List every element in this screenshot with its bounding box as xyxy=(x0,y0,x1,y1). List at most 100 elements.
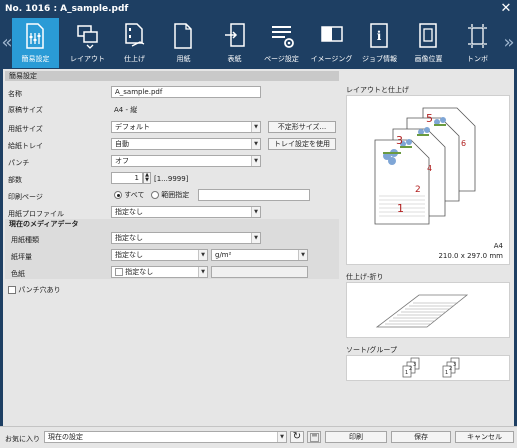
tab-label: レイアウト xyxy=(70,55,105,63)
tab-cover[interactable]: 表紙 xyxy=(211,18,258,68)
print-range-radio[interactable]: 範囲指定 xyxy=(151,190,189,200)
paper-type-value: 指定なし xyxy=(115,234,143,242)
paper-type-label: 用紙種類 xyxy=(11,236,39,244)
quick-settings-icon xyxy=(26,23,44,49)
colored-paper-select[interactable]: 指定なし ▼ xyxy=(111,266,208,278)
original-size-label: 原稿サイズ xyxy=(8,106,43,114)
color-swatch-icon xyxy=(115,268,123,276)
page-number: 1 xyxy=(397,202,404,215)
chevron-down-icon: ▼ xyxy=(251,156,260,166)
page-number: 4 xyxy=(427,164,432,173)
favorites-select[interactable]: 現在の設定 ▼ xyxy=(44,431,287,443)
paper-tray-select[interactable]: 自動 ▼ xyxy=(111,138,261,150)
tab-label: 簡易設定 xyxy=(21,55,50,63)
paper-weight-select[interactable]: 指定なし ▼ xyxy=(111,249,208,261)
fold-preview xyxy=(346,282,510,338)
punch-value: オフ xyxy=(115,157,129,165)
chevron-down-icon: ▼ xyxy=(198,267,207,277)
color-extra-input[interactable] xyxy=(211,266,308,278)
punch-select[interactable]: オフ ▼ xyxy=(111,155,261,167)
bottom-bar: お気に入り 現在の設定 ▼ ↻ 印刷 保存 キャンセル xyxy=(0,426,517,448)
name-input[interactable]: A_sample.pdf xyxy=(111,86,261,98)
copies-stepper[interactable]: ▲ ▼ xyxy=(143,172,151,184)
save-preset-button[interactable] xyxy=(307,431,321,443)
paper-tray-label: 給紙トレイ xyxy=(8,142,43,150)
chevron-down-icon: ▼ xyxy=(251,233,260,243)
custom-size-button[interactable]: 不定形サイズ... xyxy=(268,121,336,133)
paper-size-value: デフォルト xyxy=(115,123,150,131)
tab-crop-marks[interactable]: トンボ xyxy=(454,18,501,68)
tab-bar: « 簡易設定 レイアウト 仕上げ 用紙 表紙 ページ設定 イメージング i ジョ… xyxy=(0,18,517,68)
refresh-button[interactable]: ↻ xyxy=(290,431,304,443)
page-number: 6 xyxy=(461,139,466,148)
paper-size-select[interactable]: デフォルト ▼ xyxy=(111,121,261,133)
page-number: 5 xyxy=(426,112,433,125)
tab-label: 表紙 xyxy=(227,55,242,63)
tab-imaging[interactable]: イメージング xyxy=(308,18,355,68)
print-range-label: 範囲指定 xyxy=(161,191,190,199)
use-tray-settings-button[interactable]: トレイ設定を使用 xyxy=(268,138,336,150)
copies-range: [1...9999] xyxy=(154,175,189,183)
media-data-header: 現在のメディアデータ xyxy=(5,219,339,229)
section-header: 簡易設定 xyxy=(5,71,339,81)
sort-preview-image: 1 2 3 1 2 3 xyxy=(402,357,460,378)
tab-label: ページ設定 xyxy=(264,55,299,63)
page-settings-icon xyxy=(272,26,294,48)
tab-label: 画像位置 xyxy=(414,55,443,63)
paper-weight-label: 紙坪量 xyxy=(11,253,32,261)
punched-paper-checkbox[interactable]: パンチ穴あり xyxy=(8,285,61,295)
tab-label: イメージング xyxy=(310,55,353,63)
paper-profile-select[interactable]: 指定なし ▼ xyxy=(111,206,261,218)
tab-job-info[interactable]: i ジョブ情報 xyxy=(356,18,403,68)
window-titlebar: No. 1016 : A_sample.pdf ✕ xyxy=(0,0,517,18)
sort-preview: 1 2 3 1 2 3 xyxy=(346,355,510,381)
tab-quick-settings[interactable]: 簡易設定 xyxy=(12,18,59,68)
original-size-value: A4 - 縦 xyxy=(114,106,138,114)
preview-pane: レイアウトと仕上げ 1 2 3 4 5 6 A4 210.0 x 297.0 m… xyxy=(342,81,514,426)
imaging-icon xyxy=(321,26,343,42)
chevron-down-icon: ▼ xyxy=(198,250,207,260)
print-button[interactable]: 印刷 xyxy=(325,431,387,443)
settings-pane: 簡易設定 名称 A_sample.pdf 原稿サイズ A4 - 縦 用紙サイズ … xyxy=(3,69,339,426)
tab-paper[interactable]: 用紙 xyxy=(160,18,207,68)
print-range-input[interactable] xyxy=(198,189,310,201)
copies-input[interactable]: 1 xyxy=(111,172,143,184)
paper-size-label: 用紙サイズ xyxy=(8,125,43,133)
paper-size-name: A4 xyxy=(493,242,503,250)
checkbox-icon xyxy=(8,286,16,294)
layout-finishing-title: レイアウトと仕上げ xyxy=(346,86,409,94)
refresh-icon: ↻ xyxy=(292,431,302,442)
sort-number: 3 xyxy=(413,362,416,368)
paper-tray-value: 自動 xyxy=(115,140,129,148)
job-info-icon: i xyxy=(370,23,388,48)
scroll-right-icon[interactable]: » xyxy=(503,18,515,68)
chevron-down-icon: ▼ xyxy=(251,122,260,132)
booklet-preview-image: 1 2 3 4 5 6 xyxy=(374,107,476,225)
paper-type-select[interactable]: 指定なし ▼ xyxy=(111,232,261,244)
tab-page-settings[interactable]: ページ設定 xyxy=(258,18,305,68)
crop-marks-icon xyxy=(468,24,487,48)
chevron-down-icon: ▼ xyxy=(298,250,307,260)
close-icon[interactable]: ✕ xyxy=(499,2,513,16)
sort-number: 1 xyxy=(445,370,448,376)
save-button[interactable]: 保存 xyxy=(391,431,451,443)
layout-icon xyxy=(77,25,98,49)
cancel-button[interactable]: キャンセル xyxy=(455,431,514,443)
print-all-radio[interactable]: すべて xyxy=(114,190,144,200)
tab-label: 仕上げ xyxy=(124,55,145,63)
tab-image-position[interactable]: 画像位置 xyxy=(405,18,452,68)
fold-title: 仕上げ-折り xyxy=(346,273,384,281)
tab-label: 用紙 xyxy=(176,55,191,63)
colored-paper-label: 色紙 xyxy=(11,270,25,278)
main-panel: 簡易設定 名称 A_sample.pdf 原稿サイズ A4 - 縦 用紙サイズ … xyxy=(3,69,514,426)
weight-unit-value: g/m² xyxy=(215,251,232,259)
tab-finishing[interactable]: 仕上げ xyxy=(111,18,158,68)
image-position-icon xyxy=(419,23,437,48)
fold-preview-image xyxy=(375,294,469,328)
finishing-icon xyxy=(125,23,145,47)
weight-unit-select[interactable]: g/m² ▼ xyxy=(211,249,308,261)
paper-weight-value: 指定なし xyxy=(115,251,143,259)
tab-layout[interactable]: レイアウト xyxy=(64,18,111,68)
favorites-label: お気に入り xyxy=(5,435,40,443)
tab-label: トンボ xyxy=(467,55,488,63)
